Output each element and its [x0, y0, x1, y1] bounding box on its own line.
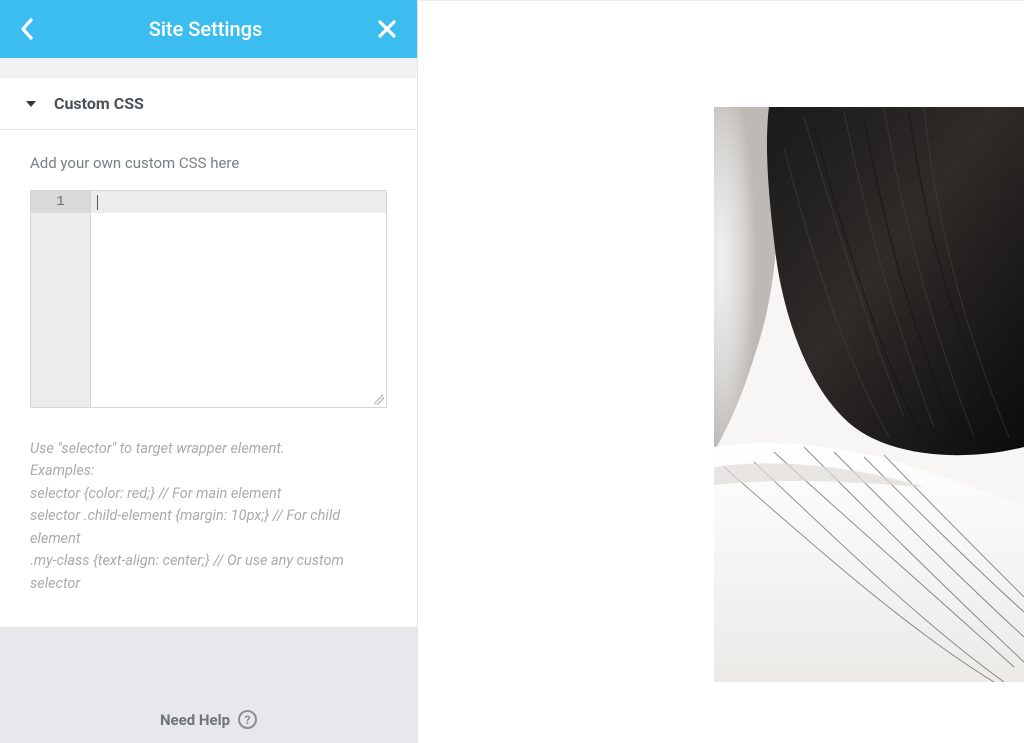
back-button[interactable] — [20, 18, 34, 40]
helper-line: Use "selector" to target wrapper element… — [30, 438, 387, 460]
preview-image — [714, 107, 1024, 682]
question-icon: ? — [238, 710, 257, 729]
field-label: Add your own custom CSS here — [30, 154, 387, 172]
editor-content[interactable] — [91, 191, 386, 407]
close-button[interactable] — [377, 19, 397, 39]
section-title: Custom CSS — [54, 94, 144, 113]
editor-gutter: 1 — [31, 191, 91, 407]
text-cursor — [97, 195, 98, 210]
settings-sidebar: Site Settings Custom CSS Add your own cu… — [0, 0, 418, 743]
active-line — [91, 191, 386, 213]
chevron-left-icon — [20, 18, 34, 40]
need-help-label: Need Help — [160, 711, 230, 729]
need-help-button[interactable]: Need Help ? — [160, 710, 257, 729]
sidebar-header: Site Settings — [0, 0, 417, 58]
helper-line: .my-class {text-align: center;} // Or us… — [30, 550, 387, 595]
section-body: Add your own custom CSS here 1 Use "sele… — [0, 130, 417, 627]
preview-pane — [418, 0, 1024, 743]
section-toggle-custom-css[interactable]: Custom CSS — [0, 78, 417, 130]
caret-down-icon — [26, 101, 36, 107]
helper-line: Examples: — [30, 460, 387, 482]
helper-line: selector {color: red;} // For main eleme… — [30, 483, 387, 505]
panel-title: Site Settings — [34, 17, 377, 41]
sidebar-footer: Need Help ? — [0, 627, 417, 743]
line-number: 1 — [31, 191, 90, 213]
divider — [0, 58, 417, 78]
close-icon — [377, 19, 397, 39]
custom-css-editor[interactable]: 1 — [30, 190, 387, 408]
resize-handle[interactable] — [374, 395, 384, 405]
helper-line: selector .child-element {margin: 10px;} … — [30, 505, 387, 550]
helper-text: Use "selector" to target wrapper element… — [30, 438, 387, 595]
